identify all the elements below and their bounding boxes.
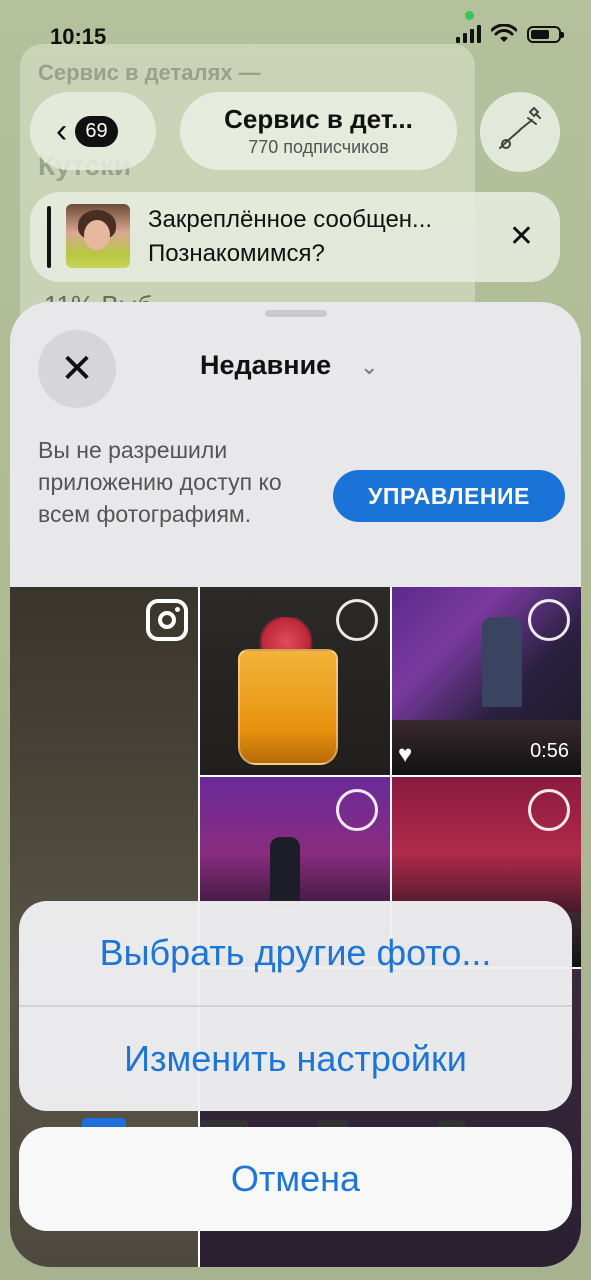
heart-icon: ♥: [398, 741, 413, 768]
manage-access-button[interactable]: УПРАВЛЕНИЕ: [333, 470, 565, 522]
channel-logo-icon: [499, 106, 541, 149]
chevron-down-icon[interactable]: ⌄: [360, 354, 378, 380]
select-circle-icon[interactable]: [528, 599, 570, 641]
cancel-button[interactable]: Отмена: [19, 1127, 572, 1231]
pinned-title: Закреплённое сообщен...: [148, 206, 433, 233]
unread-count-badge: 69: [75, 115, 118, 147]
channel-avatar[interactable]: [480, 92, 560, 172]
pinned-indicator: [47, 206, 51, 268]
video-tile[interactable]: ♥ 0:56: [392, 587, 581, 775]
pinned-thumbnail: [66, 204, 130, 268]
back-button[interactable]: ‹ 69: [30, 92, 156, 170]
chevron-left-icon: ‹: [56, 112, 68, 150]
select-circle-icon[interactable]: [336, 599, 378, 641]
battery-icon: [527, 25, 564, 43]
photo-tile[interactable]: [200, 587, 390, 775]
album-title[interactable]: Недавние: [200, 350, 331, 381]
close-button[interactable]: ✕: [38, 330, 116, 408]
cellular-signal-icon: [456, 25, 481, 43]
close-icon: ✕: [60, 347, 94, 391]
permission-message: Вы не разрешили приложению доступ ко все…: [38, 437, 282, 527]
wifi-icon: [491, 24, 517, 42]
status-icons: [456, 24, 564, 44]
close-icon[interactable]: ✕: [509, 222, 534, 252]
video-duration: 0:56: [530, 740, 569, 762]
instagram-icon: [146, 599, 188, 641]
channel-title-button[interactable]: Сервис в дет... 770 подписчиков: [180, 92, 457, 170]
sheet-grabber[interactable]: [265, 310, 327, 317]
chat-message-text: Сервис в деталях —: [38, 60, 261, 85]
select-more-photos-button[interactable]: Выбрать другие фото...: [19, 901, 572, 1005]
select-circle-icon[interactable]: [528, 789, 570, 831]
change-settings-button[interactable]: Изменить настройки: [19, 1007, 572, 1111]
action-sheet: Выбрать другие фото... Изменить настройк…: [19, 901, 572, 1111]
status-time: 10:15: [50, 24, 107, 49]
select-circle-icon[interactable]: [336, 789, 378, 831]
camera-indicator-dot: [465, 11, 474, 20]
pinned-message-bar[interactable]: Закреплённое сообщен... Познакомимся? ✕: [30, 192, 560, 282]
subscriber-count: 770 подписчиков: [248, 137, 389, 157]
pinned-text: Познакомимся?: [148, 240, 325, 267]
channel-title: Сервис в дет...: [224, 104, 413, 134]
